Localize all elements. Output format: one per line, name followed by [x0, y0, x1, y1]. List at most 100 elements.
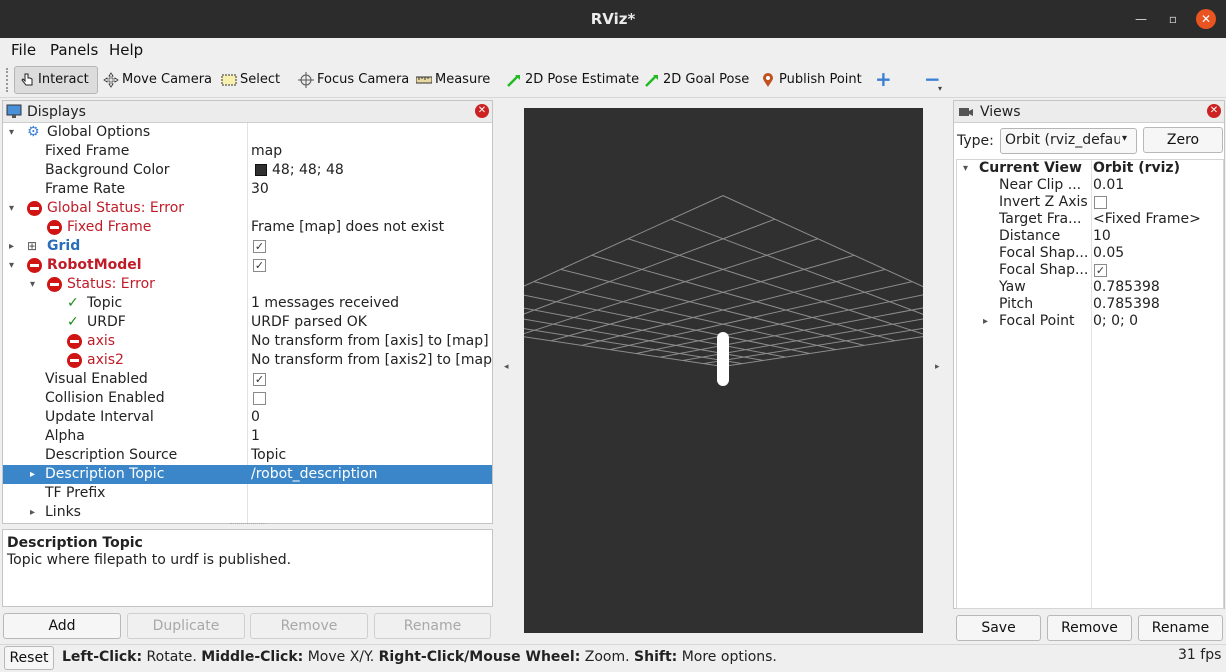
- toolbar-grip[interactable]: [6, 68, 9, 92]
- collapse-arrow-icon[interactable]: ▾: [963, 160, 968, 177]
- type-label: Type:: [957, 133, 994, 149]
- error-icon: [27, 258, 42, 273]
- tool-2d-goal-pose[interactable]: 2D Goal Pose: [644, 66, 749, 94]
- rename-display-button[interactable]: Rename: [374, 613, 491, 639]
- splitter-handle[interactable]: [230, 523, 266, 526]
- 3d-viewport[interactable]: [439, 108, 1007, 633]
- close-window-icon[interactable]: ✕: [1196, 9, 1216, 29]
- collapse-arrow-icon[interactable]: ▾: [9, 123, 14, 142]
- tree-row-visual-enabled[interactable]: Visual Enabled ✓: [3, 370, 492, 389]
- tree-row-robot-model[interactable]: ▾ RobotModel ✓: [3, 256, 492, 275]
- minimize-icon[interactable]: —: [1132, 10, 1150, 28]
- view-type-select[interactable]: Orbit (rviz_defau ▾: [1000, 128, 1137, 154]
- tree-row-status-error[interactable]: ▾ Status: Error: [3, 275, 492, 294]
- maximize-icon[interactable]: ▫: [1164, 10, 1182, 28]
- view-row-invert-z[interactable]: Invert Z Axis: [957, 194, 1223, 211]
- row-value[interactable]: 0: [251, 408, 260, 427]
- tool-2d-pose-estimate[interactable]: 2D Pose Estimate: [506, 66, 639, 94]
- close-panel-icon[interactable]: ✕: [475, 104, 489, 118]
- tree-row-description-topic[interactable]: ▸ Description Topic /robot_description: [3, 465, 492, 484]
- tree-row-tf-prefix[interactable]: TF Prefix: [3, 484, 492, 503]
- window-title: RViz*: [590, 10, 636, 28]
- view-row-current-view[interactable]: ▾ Current View Orbit (rviz): [957, 160, 1223, 177]
- reset-button[interactable]: Reset: [4, 646, 54, 670]
- collapse-left-arrow-icon[interactable]: ◂: [504, 362, 509, 372]
- tree-row-fixed-frame-error[interactable]: Fixed Frame Frame [map] does not exist: [3, 218, 492, 237]
- view-row-pitch[interactable]: Pitch 0.785398: [957, 296, 1223, 313]
- tool-publish-point[interactable]: Publish Point: [760, 66, 862, 94]
- menu-help[interactable]: Help: [109, 40, 143, 60]
- tool-interact[interactable]: Interact: [14, 66, 98, 94]
- tree-row-global-options[interactable]: ▾ ⚙ Global Options: [3, 123, 492, 142]
- color-swatch[interactable]: [255, 164, 267, 176]
- robot-model-checkbox[interactable]: ✓: [253, 259, 266, 272]
- tree-row-collision-enabled[interactable]: Collision Enabled: [3, 389, 492, 408]
- tree-row-urdf[interactable]: ✓ URDF URDF parsed OK: [3, 313, 492, 332]
- duplicate-display-button[interactable]: Duplicate: [127, 613, 245, 639]
- collapse-arrow-icon[interactable]: ▾: [30, 275, 35, 294]
- rename-view-button[interactable]: Rename: [1138, 615, 1223, 641]
- view-row-focal-shape-size[interactable]: Focal Shap... 0.05: [957, 245, 1223, 262]
- view-row-yaw[interactable]: Yaw 0.785398: [957, 279, 1223, 296]
- row-value[interactable]: Topic: [251, 446, 286, 465]
- expand-arrow-icon[interactable]: ▸: [30, 503, 35, 522]
- description-text: Topic where filepath to urdf is publishe…: [7, 552, 292, 568]
- row-value: Frame [map] does not exist: [251, 219, 445, 235]
- hint-text: More options.: [677, 649, 777, 665]
- view-row-focal-shape-fixed[interactable]: Focal Shap... ✓: [957, 262, 1223, 279]
- close-panel-icon[interactable]: ✕: [1207, 104, 1221, 118]
- menu-panels[interactable]: Panels: [50, 40, 98, 60]
- zero-button[interactable]: Zero: [1143, 127, 1223, 153]
- invert-z-checkbox[interactable]: [1094, 196, 1107, 209]
- save-view-button[interactable]: Save: [956, 615, 1041, 641]
- row-value[interactable]: 48; 48; 48: [272, 161, 344, 180]
- visual-enabled-checkbox[interactable]: ✓: [253, 373, 266, 386]
- error-icon: [67, 353, 82, 368]
- row-value[interactable]: 0; 0; 0: [1093, 313, 1138, 332]
- row-value[interactable]: 1: [251, 427, 260, 446]
- tool-select[interactable]: Select: [221, 66, 280, 94]
- grid-checkbox[interactable]: ✓: [253, 240, 266, 253]
- view-row-near-clip[interactable]: Near Clip ... 0.01: [957, 177, 1223, 194]
- collapse-arrow-icon[interactable]: ▾: [9, 199, 14, 218]
- collision-enabled-checkbox[interactable]: [253, 392, 266, 405]
- focal-shape-fixed-checkbox[interactable]: ✓: [1094, 264, 1107, 277]
- error-icon: [27, 201, 42, 216]
- tree-row-grid[interactable]: ▸ ⊞ Grid ✓: [3, 237, 492, 256]
- toolbar-overflow-icon[interactable]: ▾: [938, 84, 942, 93]
- view-row-distance[interactable]: Distance 10: [957, 228, 1223, 245]
- tree-row-description-source[interactable]: Description Source Topic: [3, 446, 492, 465]
- view-row-target-frame[interactable]: Target Fra... <Fixed Frame>: [957, 211, 1223, 228]
- description-title: Description Topic: [7, 535, 143, 551]
- tool-move-camera[interactable]: Move Camera: [103, 66, 212, 94]
- expand-arrow-icon[interactable]: ▸: [983, 313, 988, 330]
- add-display-button[interactable]: Add: [3, 613, 121, 639]
- tree-row-update-interval[interactable]: Update Interval 0: [3, 408, 492, 427]
- tree-row-frame-rate[interactable]: Frame Rate 30: [3, 180, 492, 199]
- expand-arrow-icon[interactable]: ▸: [30, 465, 35, 484]
- tree-row-global-status[interactable]: ▾ Global Status: Error: [3, 199, 492, 218]
- row-value[interactable]: 30: [251, 180, 269, 199]
- tree-row-axis[interactable]: axis No transform from [axis] to [map]: [3, 332, 492, 351]
- tree-row-links[interactable]: ▸ Links: [3, 503, 492, 522]
- view-row-focal-point[interactable]: ▸ Focal Point 0; 0; 0: [957, 313, 1223, 330]
- collapse-right-arrow-icon[interactable]: ▸: [935, 362, 940, 372]
- plus-icon[interactable]: +: [875, 69, 892, 89]
- fps-counter: 31 fps: [1178, 647, 1222, 663]
- tree-row-axis2[interactable]: axis2 No transform from [axis2] to [map]: [3, 351, 492, 370]
- row-label: Visual Enabled: [45, 371, 148, 387]
- tool-focus-camera[interactable]: Focus Camera: [298, 66, 409, 94]
- tree-row-alpha[interactable]: Alpha 1: [3, 427, 492, 446]
- tool-label: Select: [240, 72, 281, 87]
- remove-display-button[interactable]: Remove: [250, 613, 368, 639]
- tree-row-topic[interactable]: ✓ Topic 1 messages received: [3, 294, 492, 313]
- row-value[interactable]: map: [251, 142, 282, 161]
- tool-measure[interactable]: Measure: [416, 66, 490, 94]
- remove-view-button[interactable]: Remove: [1047, 615, 1132, 641]
- tree-row-background-color[interactable]: Background Color 48; 48; 48: [3, 161, 492, 180]
- expand-arrow-icon[interactable]: ▸: [9, 237, 14, 256]
- collapse-arrow-icon[interactable]: ▾: [9, 256, 14, 275]
- tree-row-fixed-frame[interactable]: Fixed Frame map: [3, 142, 492, 161]
- menu-file[interactable]: File: [11, 40, 36, 60]
- row-value[interactable]: /robot_description: [251, 465, 378, 484]
